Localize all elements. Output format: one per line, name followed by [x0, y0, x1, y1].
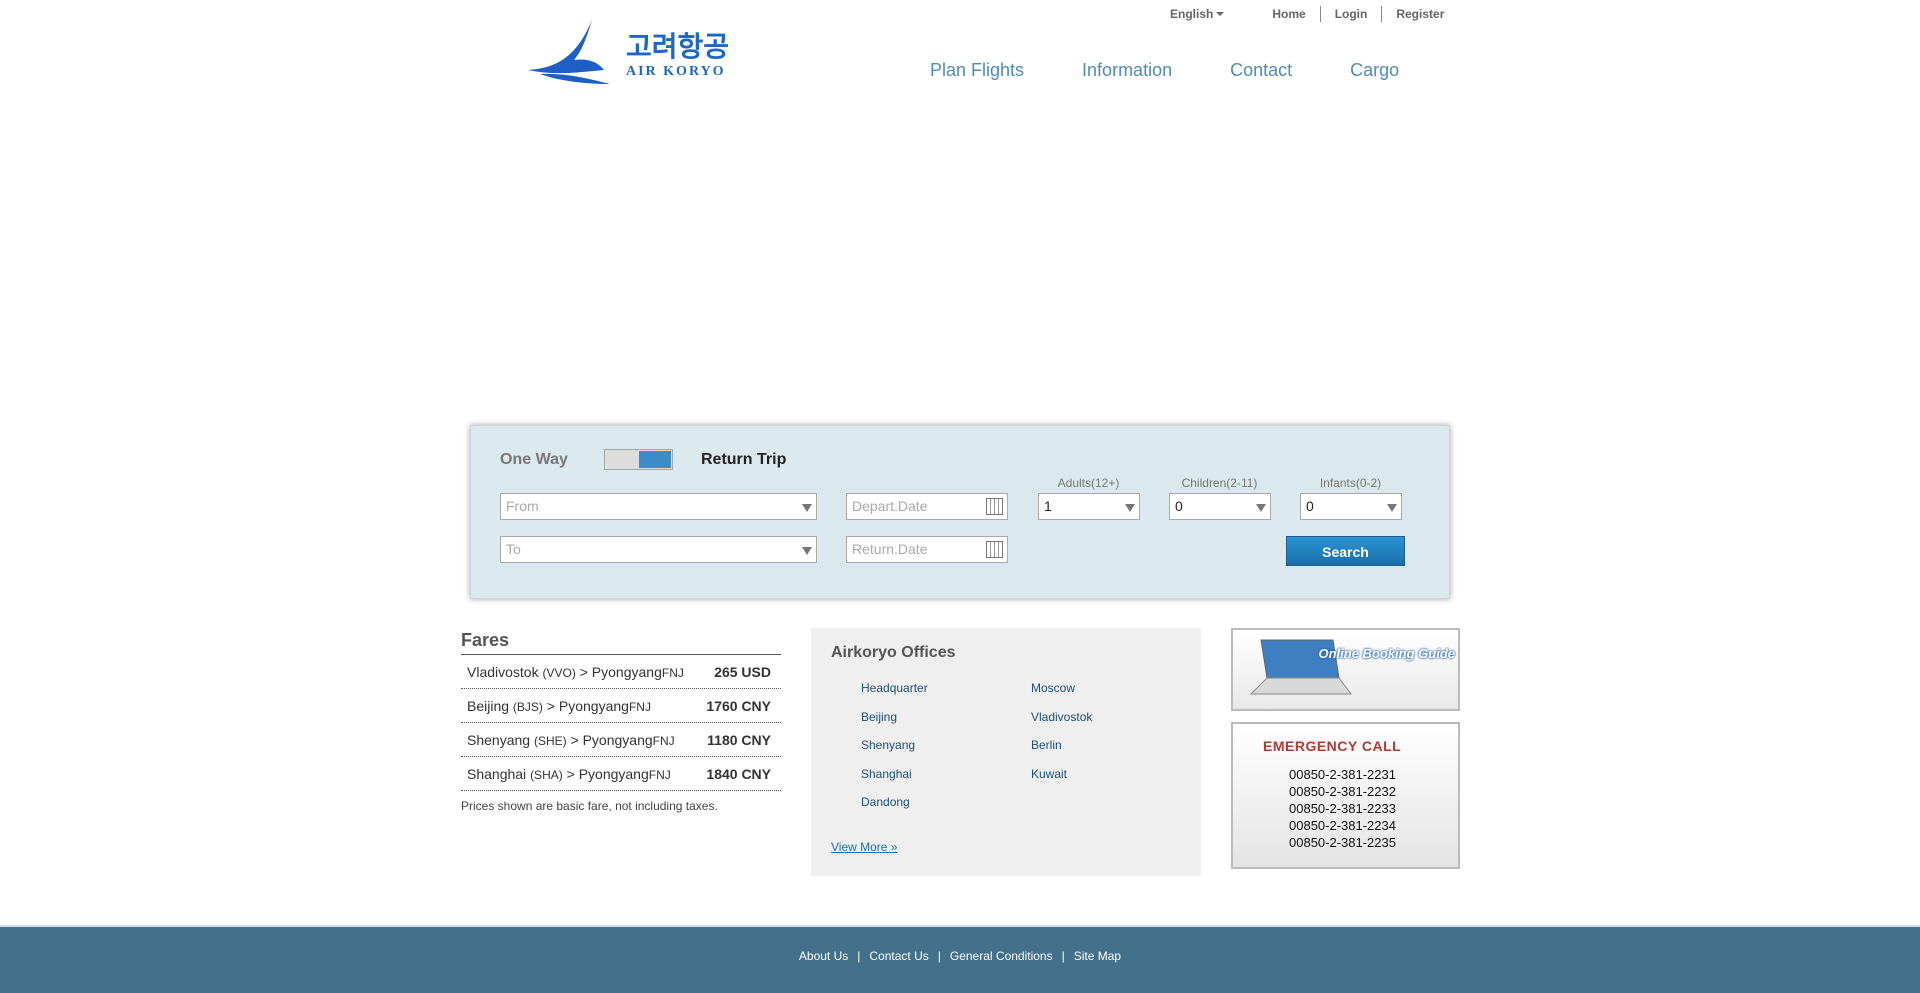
children-label: Children(2-11): [1181, 476, 1258, 490]
children-select[interactable]: 0: [1169, 493, 1271, 520]
fares-note: Prices shown are basic fare, not includi…: [461, 799, 718, 813]
children-value: 0: [1175, 498, 1183, 514]
offices-column-2: Moscow Vladivostok Berlin Kuwait: [1031, 681, 1092, 795]
logo-text: AIR KORYO: [626, 64, 726, 79]
footer-links: About Us | Contact Us | General Conditions | S…: [798, 949, 1122, 963]
air-koryo-logo[interactable]: 고려항공 AIR KORYO: [526, 18, 760, 86]
booking-panel: One Way Return Trip From To Depart.Date …: [470, 425, 1450, 599]
top-bar: English Home Login Register: [1170, 6, 1458, 22]
fare-route: Beijing (BJS) > PyongyangFNJ: [467, 697, 651, 714]
nav-information[interactable]: Information: [1082, 60, 1172, 81]
fare-row[interactable]: Vladivostok (VVO) > PyongyangFNJ 265 USD: [461, 655, 781, 689]
nav-plan-flights[interactable]: Plan Flights: [930, 60, 1024, 81]
language-label: English: [1170, 7, 1214, 21]
fare-price: 1180 CNY: [707, 731, 771, 748]
page: English Home Login Register 고려항공 AIR KOR…: [0, 0, 1920, 993]
from-placeholder: From: [506, 498, 539, 514]
fares-title: Fares: [461, 630, 781, 655]
offices-column-1: Headquarter Beijing Shenyang Shanghai Da…: [861, 681, 928, 824]
offices-title: Airkoryo Offices: [831, 644, 956, 661]
fare-row[interactable]: Beijing (BJS) > PyongyangFNJ 1760 CNY: [461, 689, 781, 723]
trip-type-toggle[interactable]: [604, 449, 673, 470]
nav-cargo[interactable]: Cargo: [1350, 60, 1399, 81]
infants-label: Infants(0-2): [1319, 476, 1382, 490]
depart-placeholder: Depart.Date: [852, 498, 928, 514]
return-date-input[interactable]: Return.Date: [846, 536, 1008, 563]
calendar-icon[interactable]: [986, 541, 1003, 558]
footer: About Us | Contact Us | General Conditions | S…: [0, 925, 1920, 993]
phone-number: 00850-2-381-2231: [1289, 767, 1396, 782]
dropdown-arrow-icon: [802, 547, 812, 555]
fare-price: 1840 CNY: [706, 765, 771, 782]
logo-korean-text: 고려항공: [626, 30, 729, 63]
fare-route: Shanghai (SHA) > PyongyangFNJ: [467, 765, 671, 782]
fare-price: 265 USD: [714, 663, 771, 680]
phone-number: 00850-2-381-2232: [1289, 784, 1396, 799]
infants-value: 0: [1306, 498, 1314, 514]
office-link[interactable]: Vladivostok: [1031, 710, 1092, 739]
fare-route: Shenyang (SHE) > PyongyangFNJ: [467, 731, 675, 748]
adults-value: 1: [1044, 498, 1052, 514]
office-link[interactable]: Moscow: [1031, 681, 1092, 710]
office-link[interactable]: Headquarter: [861, 681, 928, 710]
one-way-option[interactable]: One Way: [500, 451, 568, 469]
office-link[interactable]: Beijing: [861, 710, 928, 739]
office-link[interactable]: Shanghai: [861, 767, 928, 796]
fare-price: 1760 CNY: [706, 697, 771, 714]
phone-number: 00850-2-381-2234: [1289, 818, 1396, 833]
login-link[interactable]: Login: [1319, 6, 1382, 22]
online-booking-guide-banner[interactable]: Online Booking Guide: [1231, 628, 1460, 711]
main-nav: Plan Flights Information Contact Cargo: [930, 60, 1457, 81]
adults-label: Adults(12+): [1057, 476, 1120, 490]
to-placeholder: To: [506, 541, 521, 557]
guide-text: Online Booking Guide: [1318, 646, 1456, 661]
view-more-link[interactable]: View More »: [831, 840, 897, 854]
language-select[interactable]: English: [1170, 7, 1225, 21]
to-select[interactable]: To: [500, 536, 817, 563]
office-link[interactable]: Berlin: [1031, 738, 1092, 767]
calendar-icon[interactable]: [986, 498, 1003, 515]
phone-number: 00850-2-381-2233: [1289, 801, 1396, 816]
phone-number: 00850-2-381-2235: [1289, 835, 1396, 850]
office-link[interactable]: Dandong: [861, 795, 928, 824]
toggle-knob: [639, 451, 671, 468]
from-select[interactable]: From: [500, 493, 817, 520]
footer-about-us[interactable]: About Us: [799, 949, 848, 963]
offices-section: Airkoryo Offices Headquarter Beijing She…: [811, 628, 1201, 876]
dropdown-arrow-icon: [1256, 504, 1266, 512]
return-trip-option[interactable]: Return Trip: [701, 451, 786, 469]
office-link[interactable]: Kuwait: [1031, 767, 1092, 796]
dropdown-arrow-icon: [1125, 504, 1135, 512]
infants-select[interactable]: 0: [1300, 493, 1402, 520]
depart-date-input[interactable]: Depart.Date: [846, 493, 1008, 520]
footer-site-map[interactable]: Site Map: [1074, 949, 1121, 963]
emergency-title: EMERGENCY CALL: [1263, 738, 1402, 754]
caret-down-icon: [1216, 12, 1225, 16]
fares-section: Fares Vladivostok (VVO) > PyongyangFNJ 2…: [461, 630, 781, 813]
fare-row[interactable]: Shenyang (SHE) > PyongyangFNJ 1180 CNY: [461, 723, 781, 757]
footer-contact-us[interactable]: Contact Us: [869, 949, 928, 963]
emergency-call-box: EMERGENCY CALL 00850-2-381-2231 00850-2-…: [1231, 722, 1460, 869]
home-link[interactable]: Home: [1258, 6, 1319, 22]
fare-row[interactable]: Shanghai (SHA) > PyongyangFNJ 1840 CNY: [461, 757, 781, 791]
footer-general-conditions[interactable]: General Conditions: [950, 949, 1053, 963]
adults-select[interactable]: 1: [1038, 493, 1140, 520]
register-link[interactable]: Register: [1381, 6, 1458, 22]
emergency-phone-list: 00850-2-381-2231 00850-2-381-2232 00850-…: [1289, 766, 1396, 851]
search-button[interactable]: Search: [1286, 536, 1405, 566]
dropdown-arrow-icon: [802, 504, 812, 512]
fare-route: Vladivostok (VVO) > PyongyangFNJ: [467, 663, 684, 680]
return-placeholder: Return.Date: [852, 541, 928, 557]
nav-contact[interactable]: Contact: [1230, 60, 1292, 81]
dropdown-arrow-icon: [1387, 504, 1397, 512]
office-link[interactable]: Shenyang: [861, 738, 928, 767]
